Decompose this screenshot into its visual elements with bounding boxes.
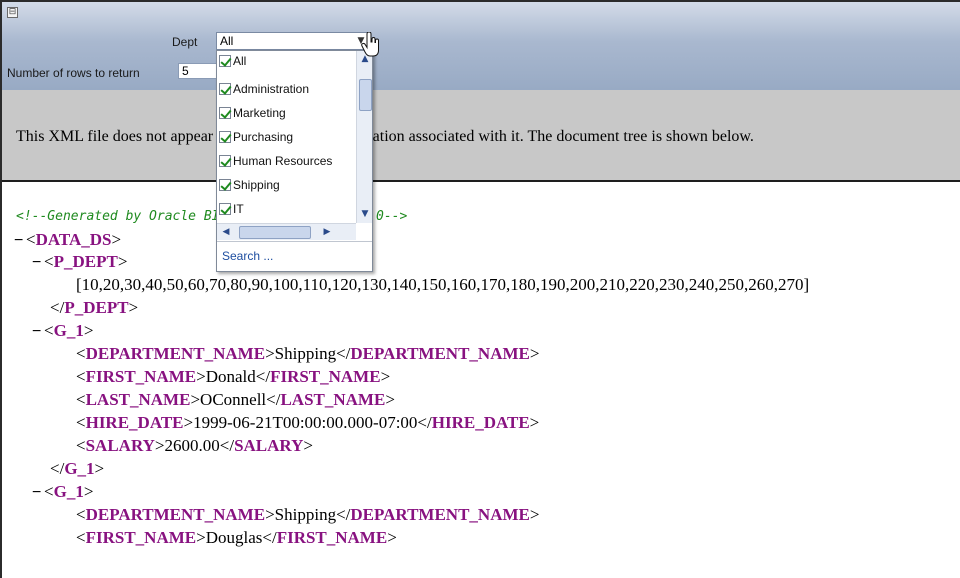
dropdown-option-purchasing[interactable]: Purchasing xyxy=(219,129,355,149)
xml-node-g1: − <G_1> xyxy=(32,482,94,502)
xml-element: <SALARY>2600.00</SALARY> xyxy=(76,436,313,455)
scroll-right-icon[interactable]: ▶ xyxy=(320,225,334,239)
xml-node-data-ds: − <DATA_DS> xyxy=(14,230,122,250)
dept-dropdown[interactable]: All Administration Marketing Purchasing … xyxy=(216,50,373,272)
scrollbar-thumb[interactable] xyxy=(239,226,311,239)
xml-close-g1: </G_1> xyxy=(50,459,105,478)
xml-close-p-dept: </P_DEPT> xyxy=(50,298,139,317)
dropdown-option-administration[interactable]: Administration xyxy=(219,81,355,101)
dropdown-vertical-scrollbar[interactable]: ▲ ▼ xyxy=(356,51,372,223)
scroll-left-icon[interactable]: ◀ xyxy=(219,225,233,239)
checkbox-icon[interactable] xyxy=(219,130,231,143)
dropdown-option-all[interactable]: All xyxy=(219,53,355,73)
dept-label: Dept xyxy=(172,35,198,49)
checkbox-icon[interactable] xyxy=(219,202,231,215)
xml-element: <DEPARTMENT_NAME>Shipping</DEPARTMENT_NA… xyxy=(76,505,540,524)
xml-node-p-dept: − <P_DEPT> xyxy=(32,252,128,272)
dropdown-horizontal-scrollbar[interactable]: ◀ ▶ xyxy=(217,223,356,240)
dropdown-divider xyxy=(217,241,372,242)
dept-selected-value: All xyxy=(220,34,234,48)
rows-label: Number of rows to return xyxy=(7,66,140,80)
checkbox-icon[interactable] xyxy=(219,106,231,119)
collapse-icon[interactable]: − xyxy=(32,484,44,502)
search-link[interactable]: Search ... xyxy=(222,249,273,263)
dept-select[interactable]: All ▼ xyxy=(216,32,370,50)
collapse-toggle[interactable]: ⊟ xyxy=(7,7,18,18)
hand-cursor-icon xyxy=(361,32,379,57)
dropdown-option-shipping[interactable]: Shipping xyxy=(219,177,355,197)
checkbox-icon[interactable] xyxy=(219,178,231,191)
dropdown-option-marketing[interactable]: Marketing xyxy=(219,105,355,125)
collapse-icon[interactable]: − xyxy=(32,323,44,341)
browser-frame: ⊟ Dept All ▼ Number of rows to return 5 … xyxy=(0,0,960,578)
checkbox-icon[interactable] xyxy=(219,54,231,67)
dropdown-option-human-resources[interactable]: Human Resources xyxy=(219,153,355,173)
collapse-icon[interactable]: − xyxy=(32,254,44,272)
scroll-down-icon[interactable]: ▼ xyxy=(358,207,372,221)
collapse-icon[interactable]: − xyxy=(14,232,26,250)
dropdown-option-it[interactable]: IT xyxy=(219,201,355,221)
xml-text-p-dept: [10,20,30,40,50,60,70,80,90,100,110,120,… xyxy=(76,275,810,294)
xml-element: <FIRST_NAME>Douglas</FIRST_NAME> xyxy=(76,528,397,547)
checkbox-icon[interactable] xyxy=(219,82,231,95)
info-text: This XML file does not appear to have an… xyxy=(16,128,754,145)
checkbox-icon[interactable] xyxy=(219,154,231,167)
xml-element: <HIRE_DATE>1999-06-21T00:00:00.000-07:00… xyxy=(76,413,540,432)
xml-element: <FIRST_NAME>Donald</FIRST_NAME> xyxy=(76,367,391,386)
xml-node-g1: − <G_1> xyxy=(32,321,94,341)
xml-element: <DEPARTMENT_NAME>Shipping</DEPARTMENT_NA… xyxy=(76,344,540,363)
xml-element: <LAST_NAME>OConnell</LAST_NAME> xyxy=(76,390,395,409)
parameter-panel: ⊟ Dept All ▼ Number of rows to return 5 xyxy=(2,2,960,90)
info-banner: This XML file does not appear to have an… xyxy=(2,90,960,182)
scrollbar-thumb[interactable] xyxy=(359,79,372,111)
